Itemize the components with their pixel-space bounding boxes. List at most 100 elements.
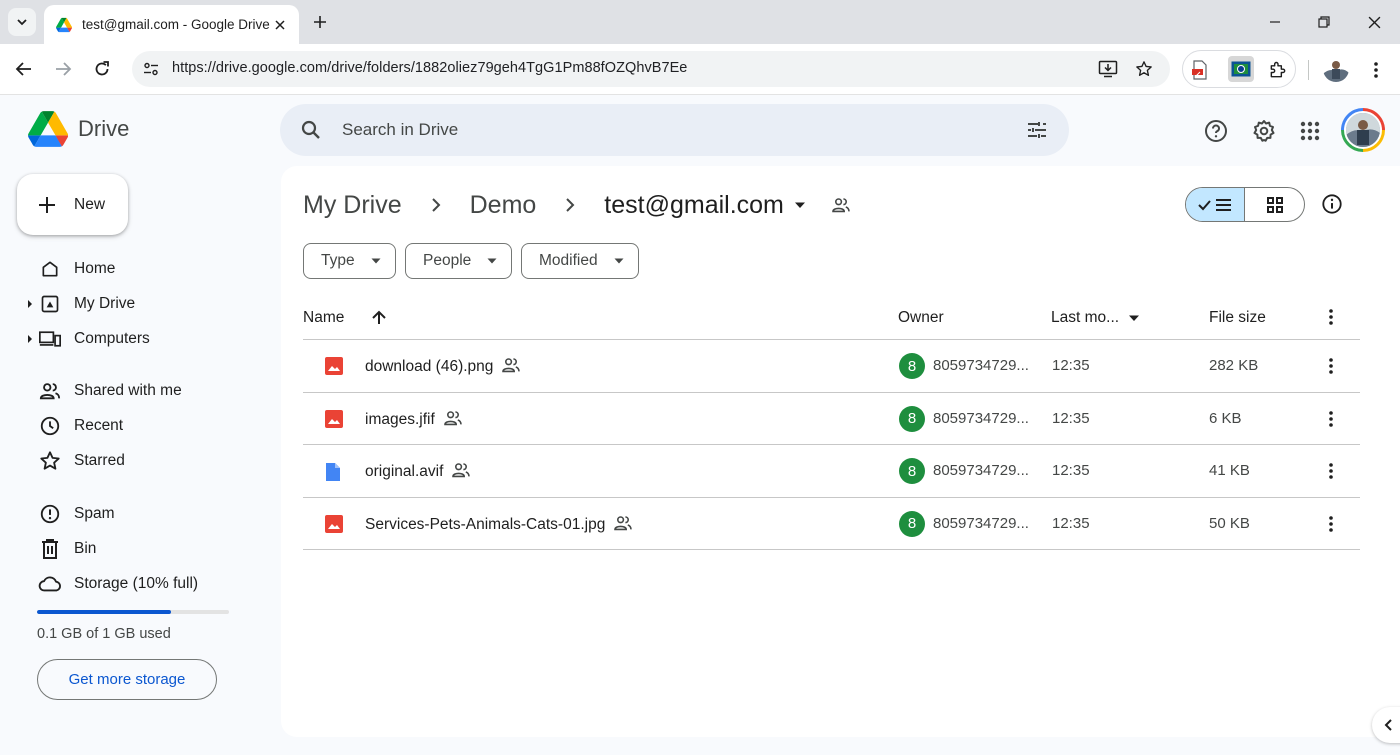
- main-panel: My Drive Demo test@gmail.com Type People…: [281, 166, 1400, 737]
- back-icon[interactable]: [10, 55, 38, 83]
- drive-logo[interactable]: Drive: [28, 111, 129, 147]
- sidebar-item-bin[interactable]: Bin: [24, 533, 254, 565]
- caret-down-icon[interactable]: [790, 195, 810, 215]
- address-bar[interactable]: https://drive.google.com/drive/folders/1…: [132, 51, 1170, 87]
- forward-icon[interactable]: [49, 55, 77, 83]
- file-name-cell[interactable]: images.jfif: [365, 410, 463, 430]
- column-header-owner[interactable]: Owner: [898, 309, 944, 327]
- file-name-cell[interactable]: Services-Pets-Animals-Cats-01.jpg: [365, 515, 633, 535]
- new-button-label: New: [74, 195, 106, 213]
- spam-icon: [38, 502, 62, 526]
- pdf-extension-icon[interactable]: [1189, 59, 1211, 81]
- search-bar[interactable]: Search in Drive: [280, 104, 1069, 156]
- sidebar-item-storage[interactable]: Storage (10% full): [24, 568, 254, 600]
- drive-logo-icon: [28, 111, 68, 147]
- shared-folder-icon[interactable]: [830, 194, 852, 216]
- profile-icon[interactable]: [1323, 56, 1349, 82]
- cloud-icon: [38, 572, 62, 596]
- table-row[interactable]: images.jfif 8 8059734729... 12:35 6 KB: [303, 393, 1360, 445]
- more-vert-icon[interactable]: [1321, 461, 1341, 481]
- caret-down-icon: [369, 254, 383, 268]
- filter-type-chip[interactable]: Type: [303, 243, 396, 279]
- shared-icon: [451, 462, 471, 482]
- sidebar-item-shared-with-me[interactable]: Shared with me: [24, 375, 254, 407]
- settings-icon[interactable]: [1251, 118, 1277, 144]
- search-input[interactable]: Search in Drive: [342, 120, 458, 140]
- owner-avatar: 8: [899, 405, 925, 432]
- expand-caret-icon[interactable]: [24, 333, 36, 345]
- breadcrumb-my-drive[interactable]: My Drive: [303, 191, 402, 220]
- star-icon: [38, 449, 62, 473]
- sidebar-item-home[interactable]: Home: [24, 253, 254, 285]
- reload-icon[interactable]: [88, 55, 116, 83]
- shared-icon: [38, 379, 62, 403]
- screenshot-extension-icon[interactable]: [1228, 56, 1254, 82]
- column-header-modified-label: Last mo...: [1051, 309, 1120, 326]
- restore-icon[interactable]: [1309, 8, 1339, 36]
- computers-icon: [38, 327, 62, 351]
- sidebar-item-computers[interactable]: Computers: [24, 323, 254, 355]
- url-text: https://drive.google.com/drive/folders/1…: [172, 60, 688, 76]
- close-icon[interactable]: [271, 16, 289, 34]
- more-vert-icon[interactable]: [1321, 409, 1341, 429]
- storage-progress-bar: [37, 610, 229, 614]
- close-window-icon[interactable]: [1359, 8, 1389, 36]
- filter-modified-chip[interactable]: Modified: [521, 243, 639, 279]
- minimize-icon[interactable]: [1260, 8, 1290, 36]
- file-size: 41 KB: [1209, 462, 1250, 479]
- grid-icon: [1266, 196, 1283, 213]
- search-icon[interactable]: [299, 118, 323, 142]
- extensions-icon[interactable]: [1267, 59, 1289, 81]
- file-size: 6 KB: [1209, 409, 1242, 427]
- sidebar-item-label: Bin: [74, 540, 97, 557]
- table-row[interactable]: download (46).png 8 8059734729... 12:35 282 …: [303, 340, 1360, 393]
- list-view-button[interactable]: [1186, 188, 1246, 221]
- file-size: 282 KB: [1209, 357, 1259, 374]
- column-header-name[interactable]: Name: [303, 309, 344, 327]
- search-options-icon[interactable]: [1025, 118, 1049, 142]
- filter-people-chip[interactable]: People: [405, 243, 513, 279]
- sidebar-item-my-drive[interactable]: My Drive: [24, 288, 254, 320]
- chevron-left-icon[interactable]: [1372, 707, 1400, 743]
- star-icon[interactable]: [1134, 59, 1154, 79]
- table-row[interactable]: Services-Pets-Animals-Cats-01.jpg 8 805973…: [303, 498, 1360, 550]
- account-avatar[interactable]: [1341, 108, 1385, 152]
- table-body: download (46).png 8 8059734729... 12:35 282 …: [303, 340, 1360, 550]
- info-icon[interactable]: [1320, 192, 1344, 216]
- breadcrumb-current-folder[interactable]: test@gmail.com: [604, 191, 784, 220]
- more-vert-icon[interactable]: [1321, 356, 1341, 376]
- site-info-icon[interactable]: [141, 59, 161, 79]
- breadcrumb-demo[interactable]: Demo: [470, 191, 537, 220]
- more-vert-icon[interactable]: [1364, 58, 1388, 82]
- file-name-cell[interactable]: original.avif: [365, 462, 471, 482]
- get-more-storage-button[interactable]: Get more storage: [37, 659, 217, 700]
- sidebar-item-label: My Drive: [74, 295, 136, 312]
- storage-used-text: 0.1 GB of 1 GB used: [37, 626, 171, 642]
- help-icon[interactable]: [1203, 118, 1229, 144]
- column-header-size[interactable]: File size: [1209, 309, 1266, 327]
- file-name-cell[interactable]: download (46).png: [365, 357, 521, 377]
- shared-icon: [501, 357, 521, 377]
- sidebar-item-spam[interactable]: Spam: [24, 498, 254, 530]
- column-header-modified[interactable]: Last mo...: [1051, 309, 1140, 327]
- last-modified: 12:35: [1052, 462, 1090, 479]
- sidebar-item-label: Recent: [74, 417, 124, 434]
- expand-caret-icon[interactable]: [24, 298, 36, 310]
- tab-strip: test@gmail.com - Google Drive: [0, 0, 1400, 44]
- apps-icon[interactable]: [1297, 118, 1323, 144]
- plus-icon[interactable]: [308, 10, 332, 34]
- browser-tab[interactable]: test@gmail.com - Google Drive: [44, 5, 299, 44]
- new-button[interactable]: New: [17, 174, 128, 235]
- tab-search-icon[interactable]: [8, 8, 36, 36]
- sidebar-item-recent[interactable]: Recent: [24, 410, 254, 442]
- more-vert-icon[interactable]: [1321, 307, 1341, 327]
- table-row[interactable]: original.avif 8 8059734729... 12:35 41 KB: [303, 445, 1360, 498]
- more-vert-icon[interactable]: [1321, 514, 1341, 534]
- arrow-up-icon[interactable]: [369, 308, 389, 328]
- file-table: Name Owner Last mo... File size download…: [303, 296, 1360, 550]
- file-name: original.avif: [365, 463, 444, 480]
- clock-icon: [38, 414, 62, 438]
- install-icon[interactable]: [1098, 59, 1118, 79]
- sidebar-item-starred[interactable]: Starred: [24, 445, 254, 477]
- grid-view-button[interactable]: [1245, 188, 1304, 221]
